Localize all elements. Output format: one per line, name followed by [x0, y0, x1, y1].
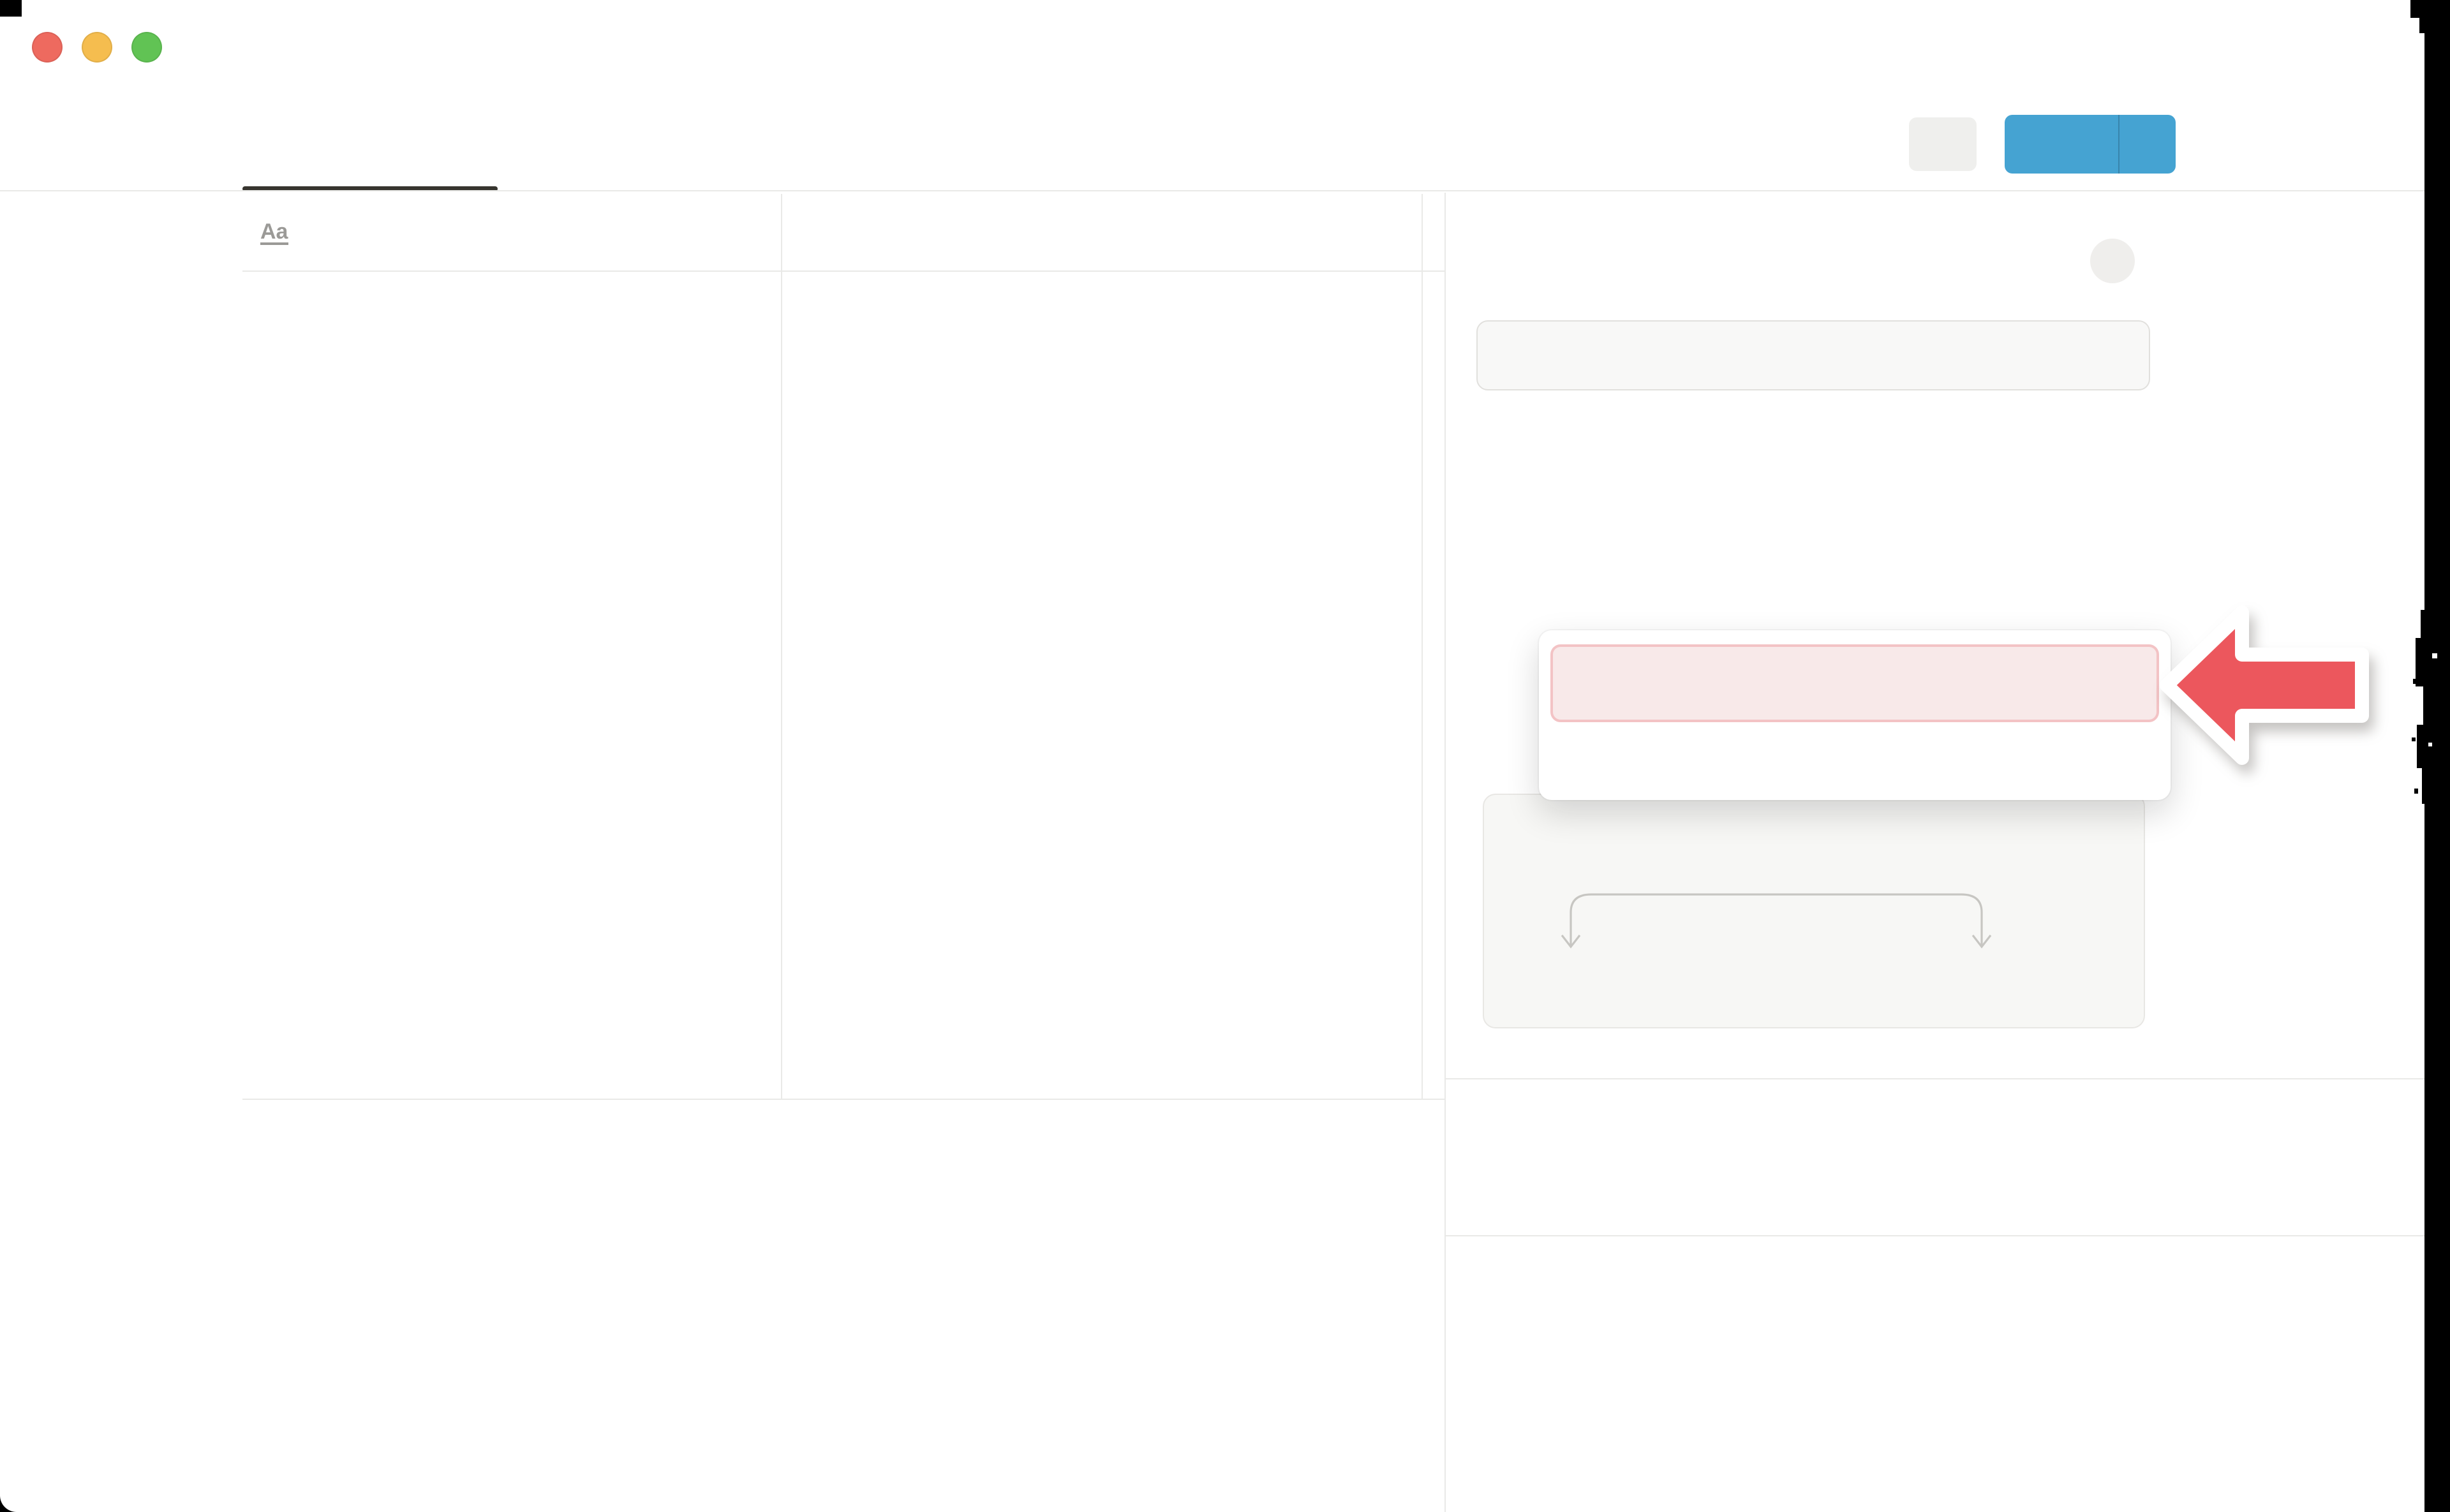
forward-arrow-icon[interactable]: [330, 28, 370, 68]
board-view-icon: [827, 131, 855, 159]
plus-icon: [265, 1044, 293, 1072]
annotation-arrow-left-icon: [2093, 568, 2437, 804]
table-view-icon: [255, 131, 283, 159]
phone-icon: [1862, 974, 1889, 1000]
tab-all-table[interactable]: [255, 122, 295, 168]
screenshot-edge-artifact: [0, 0, 22, 17]
preview-child-item: [1538, 974, 1575, 1000]
column-divider[interactable]: [781, 194, 782, 1100]
star-icon[interactable]: [2246, 23, 2294, 71]
notion-window: Aa: [0, 0, 2450, 1512]
new-button[interactable]: [2005, 115, 2176, 174]
app-window: Aa: [0, 0, 2450, 1512]
relation-arrows: [1484, 795, 2146, 1030]
field-value-type[interactable]: [2074, 438, 2140, 473]
preview-child-item: [1862, 974, 1899, 1000]
delete-property-button[interactable]: [1446, 1162, 2426, 1208]
screenshot-edge-artifact: [2419, 18, 2450, 33]
back-icon[interactable]: [1494, 244, 1529, 278]
property-name-input[interactable]: [1476, 320, 2150, 390]
chevron-right-icon: [2114, 443, 2140, 468]
new-button-divider: [2118, 115, 2120, 174]
table-header: Aa: [242, 194, 1444, 272]
eye-off-icon: [1510, 1100, 1540, 1130]
add-view-button[interactable]: [1100, 129, 1133, 162]
limit-dropdown-menu: [1539, 630, 2171, 800]
gallery-view-icon: [536, 131, 564, 159]
screenshot-noise-artifact: [2412, 610, 2450, 827]
arrow-up-right-icon: [2074, 443, 2099, 468]
new-row-button[interactable]: [242, 1017, 1444, 1100]
search-icon[interactable]: [1846, 124, 1889, 166]
column-header-title[interactable]: [781, 219, 1444, 246]
toolbar-divider: [0, 190, 2424, 192]
close-button[interactable]: [2090, 239, 2135, 283]
select-property-icon: [799, 219, 826, 246]
more-icon[interactable]: [2330, 41, 2376, 54]
relation-preview-card: [1483, 794, 2145, 1028]
traffic-light-close[interactable]: [32, 32, 63, 63]
tab-gallery-view[interactable]: [536, 122, 575, 168]
phone-icon: [1538, 974, 1564, 1000]
section-divider: [1446, 1078, 2426, 1080]
column-divider[interactable]: [1422, 194, 1423, 1100]
menu-item-1-page[interactable]: [1550, 644, 2159, 722]
more-icon: [1923, 138, 1963, 150]
back-arrow-icon[interactable]: [269, 28, 309, 68]
close-icon: [2100, 249, 2125, 273]
section-divider: [1446, 1235, 2426, 1237]
text-property-icon: Aa: [260, 220, 288, 244]
view-options-button[interactable]: [1909, 117, 1977, 171]
clock-icon[interactable]: [2160, 24, 2205, 69]
hide-in-view-button[interactable]: [1446, 1092, 2426, 1138]
hamburger-icon[interactable]: [193, 32, 239, 64]
traffic-light-zoom[interactable]: [131, 32, 162, 63]
traffic-light-minimize[interactable]: [82, 32, 112, 63]
edit-property-panel: [1444, 193, 2426, 1512]
trash-icon: [1510, 1170, 1540, 1201]
column-header-name[interactable]: Aa: [242, 220, 781, 244]
screenshot-edge-artifact: [2410, 0, 2450, 18]
tab-by-location[interactable]: [827, 122, 866, 168]
